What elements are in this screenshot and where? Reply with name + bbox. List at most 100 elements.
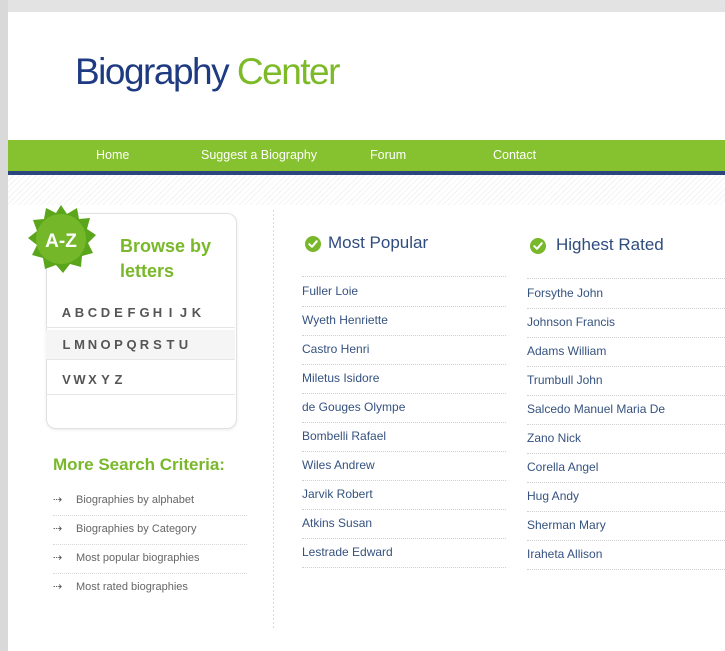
popular-item[interactable]: Jarvik Robert: [302, 480, 506, 510]
letter-o[interactable]: O: [99, 330, 112, 359]
badge-text: A-Z: [45, 231, 77, 252]
check-icon: [530, 238, 546, 254]
main-nav: Home Suggest a Biography Forum Contact: [8, 140, 725, 175]
letter-t[interactable]: T: [164, 330, 177, 359]
criteria-link-most-rated[interactable]: Most rated biographies: [76, 573, 188, 602]
browse-letters-title: Browse by letters: [120, 236, 212, 281]
letters-row-1: A B C D E F G H I J K: [46, 298, 235, 328]
rated-item[interactable]: Forsythe John: [527, 279, 725, 309]
letter-w[interactable]: W: [73, 365, 86, 394]
rated-item[interactable]: Iraheta Allison: [527, 540, 725, 570]
rated-item[interactable]: Trumbull John: [527, 366, 725, 396]
letter-a[interactable]: A: [60, 298, 73, 327]
top-shade: [8, 0, 725, 12]
nav-suggest-biography[interactable]: Suggest a Biography: [201, 140, 317, 171]
rated-item[interactable]: Adams William: [527, 337, 725, 367]
letter-f[interactable]: F: [125, 298, 138, 327]
criteria-link-most-popular[interactable]: Most popular biographies: [76, 544, 200, 573]
logo-part-2: Center: [236, 51, 341, 92]
logo-part-1: Biography: [75, 51, 230, 92]
popular-item[interactable]: Castro Henri: [302, 335, 506, 365]
letter-q[interactable]: Q: [125, 330, 138, 359]
popular-item-name[interactable]: Lestrade Edward: [302, 545, 393, 559]
arrow-right-icon: ⇢: [53, 581, 63, 593]
letters-row-3: V W X Y Z: [46, 365, 235, 395]
hatch-band: [8, 175, 725, 205]
popular-item[interactable]: de Gouges Olympe: [302, 393, 506, 423]
rated-item-name[interactable]: Zano Nick: [527, 431, 581, 445]
letter-p[interactable]: P: [112, 330, 125, 359]
rated-item[interactable]: Johnson Francis: [527, 308, 725, 338]
letter-y[interactable]: Y: [99, 365, 112, 394]
rated-item-name[interactable]: Hug Andy: [527, 489, 579, 503]
column-divider: [273, 210, 274, 630]
popular-item-name[interactable]: Castro Henri: [302, 342, 369, 356]
popular-item-name[interactable]: Miletus Isidore: [302, 371, 379, 385]
letter-i[interactable]: I: [164, 298, 177, 327]
popular-item[interactable]: Bombelli Rafael: [302, 422, 506, 452]
popular-item-name[interactable]: Bombelli Rafael: [302, 429, 386, 443]
popular-item-name[interactable]: Wiles Andrew: [302, 458, 375, 472]
rated-item[interactable]: Sherman Mary: [527, 511, 725, 541]
popular-item-name[interactable]: Jarvik Robert: [302, 487, 373, 501]
popular-item[interactable]: Wyeth Henriette: [302, 306, 506, 336]
rated-item-name[interactable]: Trumbull John: [527, 373, 603, 387]
letter-d[interactable]: D: [99, 298, 112, 327]
rated-item-name[interactable]: Forsythe John: [527, 286, 603, 300]
rated-item-name[interactable]: Salcedo Manuel Maria De: [527, 402, 665, 416]
letter-s[interactable]: S: [151, 330, 164, 359]
letter-v[interactable]: V: [60, 365, 73, 394]
criteria-item[interactable]: ⇢ Biographies by alphabet: [53, 486, 247, 516]
criteria-link-alphabet[interactable]: Biographies by alphabet: [76, 486, 194, 515]
rated-item[interactable]: Salcedo Manuel Maria De: [527, 395, 725, 425]
rated-item-name[interactable]: Iraheta Allison: [527, 547, 602, 561]
rated-item[interactable]: Corella Angel: [527, 453, 725, 483]
letter-k[interactable]: K: [190, 298, 203, 327]
popular-item-name[interactable]: Atkins Susan: [302, 516, 372, 530]
criteria-link-category[interactable]: Biographies by Category: [76, 515, 196, 544]
popular-item[interactable]: Miletus Isidore: [302, 364, 506, 394]
letter-x[interactable]: X: [86, 365, 99, 394]
more-search-criteria-title: More Search Criteria:: [53, 455, 225, 474]
nav-contact[interactable]: Contact: [493, 140, 536, 171]
letter-b[interactable]: B: [73, 298, 86, 327]
rated-item[interactable]: Zano Nick: [527, 424, 725, 454]
nav-forum[interactable]: Forum: [370, 140, 406, 171]
popular-item-name[interactable]: Wyeth Henriette: [302, 313, 388, 327]
popular-item[interactable]: Wiles Andrew: [302, 451, 506, 481]
letter-u[interactable]: U: [177, 330, 190, 359]
rated-item-name[interactable]: Corella Angel: [527, 460, 598, 474]
letter-j[interactable]: J: [177, 298, 190, 327]
rated-item-name[interactable]: Sherman Mary: [527, 518, 606, 532]
letter-g[interactable]: G: [138, 298, 151, 327]
arrow-right-icon: ⇢: [53, 552, 63, 564]
criteria-item[interactable]: ⇢ Biographies by Category: [53, 515, 247, 545]
page: Biography Center Home Suggest a Biograph…: [8, 0, 725, 651]
most-popular-title: Most Popular: [328, 233, 429, 252]
letter-m[interactable]: M: [73, 330, 86, 359]
criteria-item[interactable]: ⇢ Most rated biographies: [53, 573, 247, 602]
letter-z[interactable]: Z: [112, 365, 125, 394]
letter-h[interactable]: H: [151, 298, 164, 327]
criteria-item[interactable]: ⇢ Most popular biographies: [53, 544, 247, 574]
letters-row-2: L M N O P Q R S T U: [46, 330, 235, 360]
rated-item-name[interactable]: Johnson Francis: [527, 315, 615, 329]
popular-item[interactable]: Fuller Loie: [302, 277, 506, 307]
popular-item[interactable]: Lestrade Edward: [302, 538, 506, 568]
letter-c[interactable]: C: [86, 298, 99, 327]
popular-item[interactable]: Atkins Susan: [302, 509, 506, 539]
az-badge-icon: A-Z: [28, 205, 96, 273]
popular-item-name[interactable]: Fuller Loie: [302, 284, 358, 298]
nav-home[interactable]: Home: [96, 140, 129, 171]
rated-item-name[interactable]: Adams William: [527, 344, 606, 358]
highest-rated-title: Highest Rated: [556, 235, 664, 254]
arrow-right-icon: ⇢: [53, 523, 63, 535]
popular-item-name[interactable]: de Gouges Olympe: [302, 400, 405, 414]
rated-item[interactable]: Hug Andy: [527, 482, 725, 512]
check-icon: [305, 236, 321, 252]
letter-n[interactable]: N: [86, 330, 99, 359]
letter-e[interactable]: E: [112, 298, 125, 327]
letter-l[interactable]: L: [60, 330, 73, 359]
site-logo[interactable]: Biography Center: [75, 48, 341, 96]
letter-r[interactable]: R: [138, 330, 151, 359]
